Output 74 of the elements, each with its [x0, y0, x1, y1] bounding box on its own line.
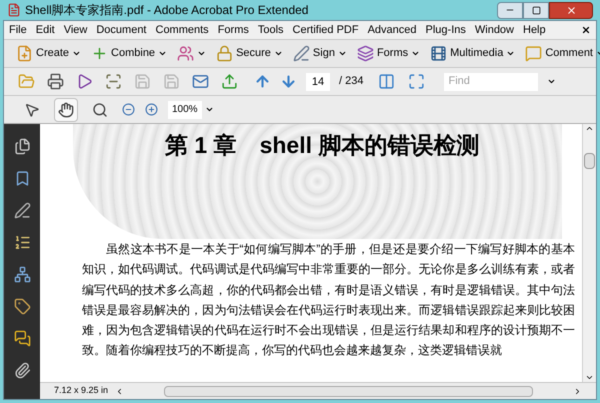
caret-icon	[411, 49, 420, 58]
toolbar-icon	[356, 45, 374, 62]
caret-icon	[274, 49, 283, 58]
toolbar-icon	[16, 45, 33, 62]
toolbar-button[interactable]: Sign	[290, 42, 349, 66]
toolbar-button[interactable]: Forms	[354, 42, 422, 66]
menu-item[interactable]: Comments	[156, 22, 209, 38]
toolbar-button[interactable]: Comment	[523, 42, 600, 66]
caret-icon[interactable]	[547, 77, 556, 86]
zoom-out-button[interactable]	[122, 103, 135, 116]
menu-item[interactable]: File	[9, 22, 27, 38]
toolbar-icon	[430, 45, 448, 62]
panel-button[interactable]	[14, 138, 30, 155]
menu-item[interactable]: Advanced	[368, 22, 417, 38]
menu-item[interactable]: View	[64, 22, 88, 38]
toolbar-button[interactable]	[45, 72, 65, 92]
menu-item[interactable]: Help	[523, 22, 546, 38]
zoom-field[interactable]: 100%	[168, 100, 202, 118]
menu-item[interactable]: Window	[474, 22, 514, 38]
close-icon[interactable]	[581, 25, 591, 35]
menu-item[interactable]: Edit	[36, 22, 55, 38]
panel-button[interactable]	[14, 362, 30, 379]
menu-item[interactable]: Document	[96, 22, 146, 38]
caret-icon	[197, 49, 206, 58]
previous-page-button[interactable]	[254, 73, 271, 90]
body-paragraph: 虽然这本书不是一本关于“如何编写脚本”的手册，但是还是要介绍一下编写好脚本的基本知识，如代码调试。代码调试是代码编写中非常重要的一部分。无论你是多么训练有素，或者编写代码的技术多么高超，你的代码都会出错，有时是语义错误，有时是逻辑错误。其中句法错误是最容易解决的，因为句法错误会在代码运行时表现出来。而逻辑错误跟踪起来则比较困难，因为包含逻辑错误的代码在运行时不会出现错误，但是运行结果却和程序的设计预期不一致。随着你编程技巧的不断提高，你写的代码也会越来越复杂，这类逻辑错误就	[82, 241, 575, 360]
panel-button[interactable]	[14, 330, 30, 347]
caret-icon[interactable]	[205, 105, 214, 114]
toolbar-button[interactable]: Create	[14, 42, 84, 66]
scroll-thumb[interactable]	[164, 386, 533, 396]
scroll-thumb[interactable]	[584, 153, 595, 169]
close-icon	[566, 4, 576, 16]
pdf-icon	[7, 3, 21, 17]
toolbar-icon	[525, 45, 542, 62]
scroll-right-icon[interactable]	[573, 386, 582, 396]
hand-icon	[58, 102, 74, 118]
toolbar-button[interactable]: Secure	[214, 42, 285, 66]
toolbar-button[interactable]: Multimedia	[428, 42, 518, 66]
zoom-in-button[interactable]	[145, 103, 158, 116]
horizontal-scrollbar[interactable]	[115, 384, 582, 398]
caret-icon	[158, 49, 168, 58]
caret-icon	[506, 49, 516, 58]
caret-icon	[72, 49, 82, 58]
chapter-heading: 第 1 章 shell 脚本的错误检测	[165, 132, 480, 158]
page-count: / 234	[339, 74, 364, 90]
panel-button[interactable]	[14, 266, 30, 283]
pointer-icon	[24, 102, 40, 118]
panel-button[interactable]	[14, 298, 30, 315]
magnifier-icon	[92, 102, 108, 118]
pen-icon	[292, 45, 310, 62]
fit-page-button[interactable]	[408, 73, 426, 90]
vertical-scrollbar[interactable]	[582, 124, 596, 382]
lock-icon	[216, 45, 234, 62]
menu-item[interactable]: Tools	[258, 22, 284, 38]
hand-tool[interactable]	[54, 98, 78, 122]
menu-item[interactable]: Plug-Ins	[426, 22, 466, 38]
menu-item[interactable]: Forms	[218, 22, 249, 38]
page-number-field[interactable]: 14	[306, 72, 330, 90]
caret-icon	[338, 49, 347, 58]
scroll-down-icon[interactable]	[585, 373, 594, 382]
close-button[interactable]	[549, 2, 593, 18]
toolbar-icon	[177, 45, 194, 62]
next-page-button[interactable]	[280, 73, 297, 90]
menu-item[interactable]: Certified PDF	[292, 22, 359, 38]
scroll-up-icon[interactable]	[585, 124, 594, 133]
scroll-left-icon[interactable]	[115, 386, 124, 396]
page-size-label: 7.12 x 9.25 in	[53, 384, 110, 398]
window-title: Shell脚本专家指南.pdf - Adobe Acrobat Pro Extended	[25, 2, 308, 19]
panel-button[interactable]	[14, 202, 30, 219]
maximize-icon	[532, 6, 540, 14]
toolbar-button[interactable]: Combine	[89, 42, 170, 66]
panel-button[interactable]	[14, 234, 30, 251]
maximize-button[interactable]	[523, 2, 549, 18]
fit-width-button[interactable]	[378, 73, 396, 90]
